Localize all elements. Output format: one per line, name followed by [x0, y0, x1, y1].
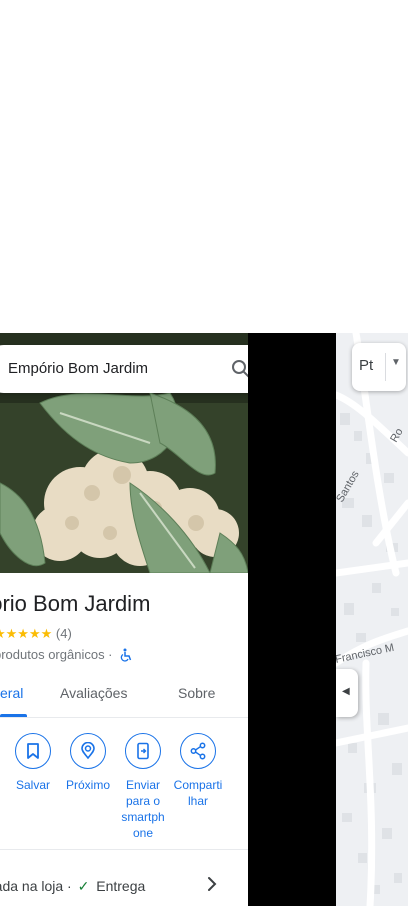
- save-circle: [15, 733, 51, 769]
- share-label: Comparti lhar: [170, 777, 226, 809]
- share-label-line: Comparti: [173, 778, 223, 792]
- save-label: Salvar: [15, 778, 50, 792]
- active-tab-indicator: [0, 714, 27, 717]
- send-label-line: Enviar: [125, 778, 160, 792]
- send-label-line: smartph: [121, 810, 165, 824]
- layer-label: Pt: [359, 357, 374, 374]
- triangle-left-icon: ◀: [342, 686, 350, 697]
- place-title: pório Bom Jardim: [0, 591, 151, 616]
- tab-reviews[interactable]: Avaliações: [60, 685, 127, 701]
- in-store-pickup: rada na loja ·: [0, 878, 72, 894]
- service-options[interactable]: rada na loja · ✓ Entrega: [0, 878, 145, 895]
- tab-about[interactable]: Sobre: [178, 685, 215, 701]
- caret-down-icon[interactable]: ▼: [391, 357, 401, 368]
- collapse-panel-button[interactable]: ◀: [336, 669, 358, 717]
- save-button[interactable]: Salvar: [5, 733, 61, 793]
- tab-bar: eral Avaliações Sobre: [0, 673, 248, 718]
- panel-gap: [248, 333, 336, 906]
- nearby-icon: [81, 742, 95, 760]
- share-circle: [180, 733, 216, 769]
- blank-area: [0, 0, 408, 333]
- map-layers-button[interactable]: Pt ▼: [352, 343, 406, 391]
- rating-row[interactable]: ★★★★★ (4): [0, 626, 72, 642]
- place-category: produtos orgânicos ·: [0, 647, 113, 662]
- nearby-circle: [70, 733, 106, 769]
- tab-overview[interactable]: eral: [0, 685, 23, 701]
- search-icon[interactable]: [229, 357, 248, 381]
- bookmark-icon: [27, 743, 39, 759]
- send-label-line: one: [132, 826, 154, 840]
- nearby-label: Próximo: [65, 778, 110, 792]
- category-row: produtos orgânicos ·: [0, 647, 133, 662]
- section-divider: [0, 849, 248, 850]
- wheelchair-icon: [120, 648, 132, 662]
- maps-app: Santos Francisco M Ro Pt ▼ ◀ Empório Bom…: [0, 333, 408, 906]
- chevron-right-icon[interactable]: [205, 875, 219, 893]
- send-label-line: para o: [125, 794, 161, 808]
- share-icon: [190, 742, 206, 760]
- search-input[interactable]: Empório Bom Jardim: [8, 360, 148, 377]
- send-to-phone-icon: [137, 742, 149, 760]
- send-label: Enviar para o smartph one: [115, 777, 171, 841]
- review-count[interactable]: (4): [56, 626, 72, 641]
- nearby-button[interactable]: Próximo: [60, 733, 116, 793]
- check-icon: ✓: [77, 878, 90, 894]
- place-panel: Empório Bom Jardim pório Bom Jardim ★★★★…: [0, 333, 248, 906]
- map-streets: Santos Francisco M Ro: [336, 333, 408, 906]
- map-canvas[interactable]: Santos Francisco M Ro Pt ▼ ◀: [336, 333, 408, 906]
- layer-divider: [385, 353, 386, 381]
- search-box[interactable]: Empório Bom Jardim: [0, 345, 248, 393]
- share-label-line: lhar: [187, 794, 208, 808]
- action-buttons: Salvar Próximo Enviar para o smartph one…: [0, 733, 248, 851]
- star-rating: ★★★★★: [0, 626, 53, 641]
- send-circle: [125, 733, 161, 769]
- delivery-option: Entrega: [96, 878, 146, 894]
- share-button[interactable]: Comparti lhar: [170, 733, 226, 809]
- send-to-phone-button[interactable]: Enviar para o smartph one: [115, 733, 171, 841]
